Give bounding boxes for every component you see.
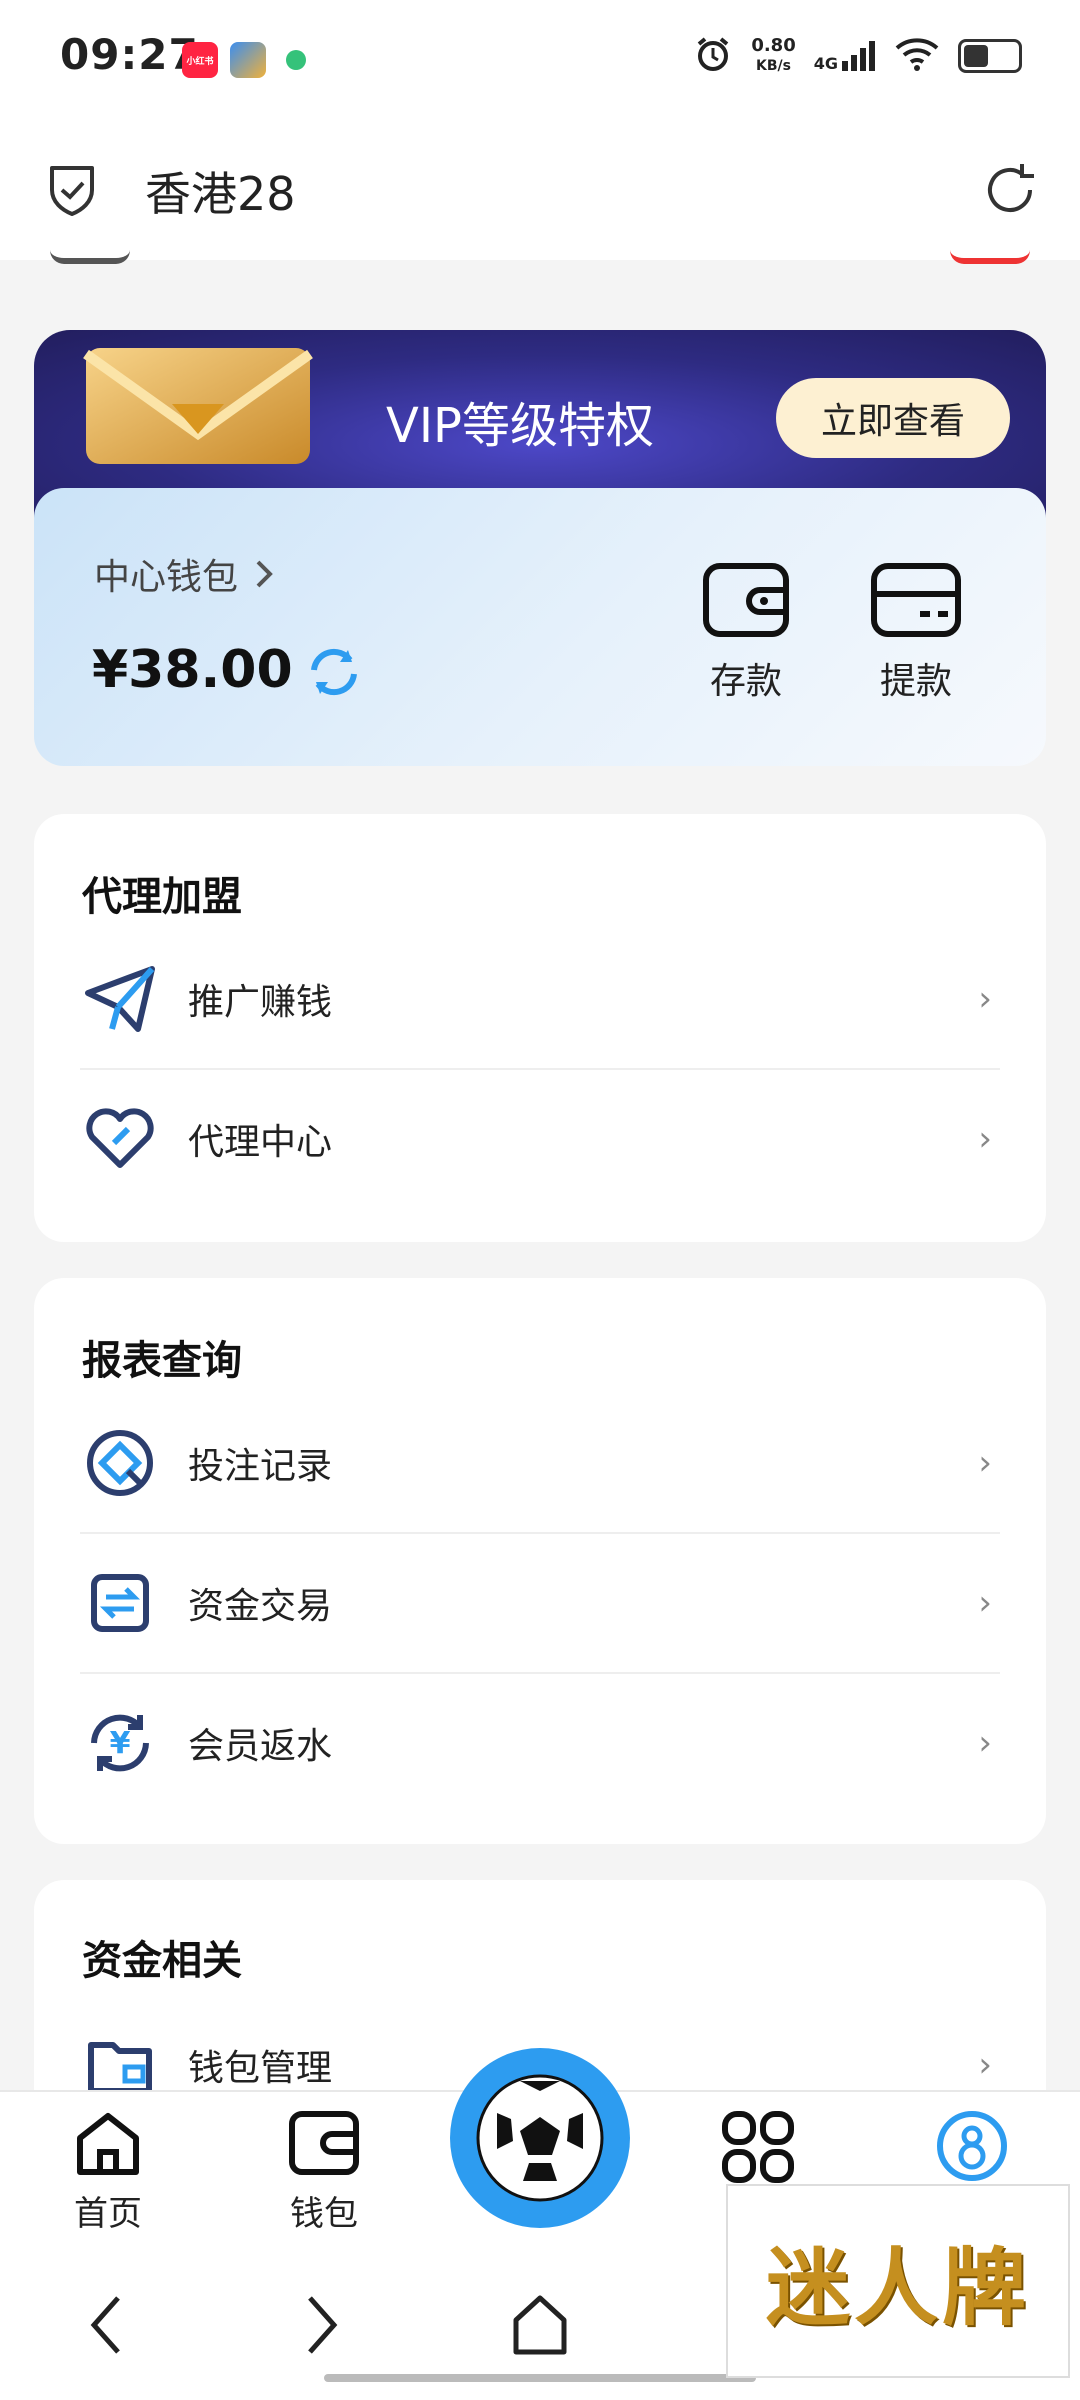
list-item-label: 代理中心 xyxy=(188,1122,333,1163)
tab-label: 首页 xyxy=(74,2194,142,2234)
list-item-label: 会员返水 xyxy=(188,1726,333,1767)
tab-label: 钱包 xyxy=(290,2194,358,2234)
wallet-label: 中心钱包 xyxy=(94,557,239,598)
card-icon xyxy=(871,563,961,637)
list-item-promote[interactable]: 推广赚钱 › xyxy=(80,930,1000,1068)
paper-plane-icon xyxy=(80,959,160,1039)
status-app-icons: 小红书 xyxy=(182,42,314,78)
home-nav-icon[interactable] xyxy=(510,2292,570,2362)
app-header: 香港28 xyxy=(0,120,1080,260)
badge-peek xyxy=(950,250,1030,264)
heart-icon xyxy=(80,1099,160,1179)
avatar-peek xyxy=(50,250,130,264)
list-item-fund-transactions[interactable]: 资金交易 › xyxy=(80,1534,1000,1672)
section-title: 资金相关 xyxy=(82,1938,242,1984)
svg-text:¥: ¥ xyxy=(110,1726,131,1761)
center-wallet-link[interactable]: 中心钱包 xyxy=(94,548,276,600)
page-title: 香港28 xyxy=(145,167,296,221)
list-item-bet-records[interactable]: 投注记录 › xyxy=(80,1394,1000,1532)
chevron-right-icon: › xyxy=(978,1443,992,1483)
list-item-agent-center[interactable]: 代理中心 › xyxy=(80,1070,1000,1208)
network-speed: 0.80 KB/s xyxy=(751,36,795,76)
sync-icon[interactable] xyxy=(302,640,366,708)
refresh-icon[interactable] xyxy=(978,158,1042,226)
back-icon[interactable] xyxy=(86,2292,126,2362)
battery-icon xyxy=(958,39,1022,73)
xiaohongshu-icon: 小红书 xyxy=(182,42,218,78)
tab-wallet[interactable]: 钱包 xyxy=(264,2108,384,2235)
vip-crown-icon xyxy=(82,344,314,472)
list-item-label: 推广赚钱 xyxy=(188,982,333,1023)
withdraw-button[interactable]: 提款 xyxy=(856,560,976,704)
tab-home[interactable]: 首页 xyxy=(48,2108,168,2235)
withdraw-label: 提款 xyxy=(879,661,952,702)
watermark-logo: 迷人牌 xyxy=(726,2184,1070,2378)
tab-apps[interactable] xyxy=(698,2108,818,2190)
status-indicators: 0.80 KB/s 4G xyxy=(693,34,1022,78)
soccer-ball-icon xyxy=(476,2074,604,2202)
chevron-right-icon: › xyxy=(978,1723,992,1763)
wallet-icon xyxy=(289,2111,359,2175)
watermark-text: 迷人牌 xyxy=(765,2237,1030,2337)
deposit-button[interactable]: 存款 xyxy=(686,560,806,704)
wallet-balance: ¥38.00 xyxy=(92,640,293,700)
tab-profile[interactable] xyxy=(912,2108,1032,2188)
wallet-icon xyxy=(703,563,789,637)
forward-icon[interactable] xyxy=(302,2292,342,2362)
bet-record-icon xyxy=(80,1423,160,1503)
signal-icon xyxy=(842,41,875,71)
alarm-icon xyxy=(693,34,733,78)
list-item-member-rebate[interactable]: ¥ 会员返水 › xyxy=(80,1674,1000,1812)
transfer-icon xyxy=(80,1563,160,1643)
soccer-ball-button[interactable] xyxy=(450,2048,630,2228)
list-item-label: 投注记录 xyxy=(188,1446,333,1487)
speed-unit: KB/s xyxy=(756,58,791,74)
network-type: 4G xyxy=(813,54,838,73)
chevron-right-icon: › xyxy=(978,2045,992,2085)
chevron-right-icon xyxy=(256,560,273,588)
rebate-icon: ¥ xyxy=(80,1703,160,1783)
wifi-icon xyxy=(894,36,940,76)
speed-value: 0.80 xyxy=(751,35,796,56)
list-item-label: 资金交易 xyxy=(188,1586,333,1627)
status-bar: 09:27 小红书 0.80 KB/s 4G xyxy=(0,0,1080,120)
chevron-right-icon: › xyxy=(978,1119,992,1159)
home-icon xyxy=(77,2113,139,2175)
profile-icon xyxy=(937,2111,1007,2181)
chevron-right-icon: › xyxy=(978,1583,992,1623)
app-icon xyxy=(230,42,266,78)
apps-grid-icon xyxy=(722,2111,794,2183)
leaf-icon xyxy=(278,42,314,78)
chevron-right-icon: › xyxy=(978,979,992,1019)
section-title: 代理加盟 xyxy=(82,874,242,920)
section-title: 报表查询 xyxy=(82,1338,242,1384)
status-time: 09:27 xyxy=(60,30,199,79)
wallet-card: 中心钱包 ¥38.00 存款 提款 xyxy=(34,488,1046,766)
home-indicator[interactable] xyxy=(324,2374,756,2382)
reports-section: 报表查询 投注记录 › 资金交易 › ¥ 会员返水 › xyxy=(34,1278,1046,1844)
deposit-label: 存款 xyxy=(709,661,782,702)
cellular-signal: 4G xyxy=(814,39,876,73)
agent-section: 代理加盟 推广赚钱 › 代理中心 › xyxy=(34,814,1046,1242)
vip-banner-text: VIP等级特权 xyxy=(386,398,654,454)
shield-check-icon[interactable] xyxy=(40,158,104,226)
view-now-button[interactable]: 立即查看 xyxy=(776,378,1010,458)
